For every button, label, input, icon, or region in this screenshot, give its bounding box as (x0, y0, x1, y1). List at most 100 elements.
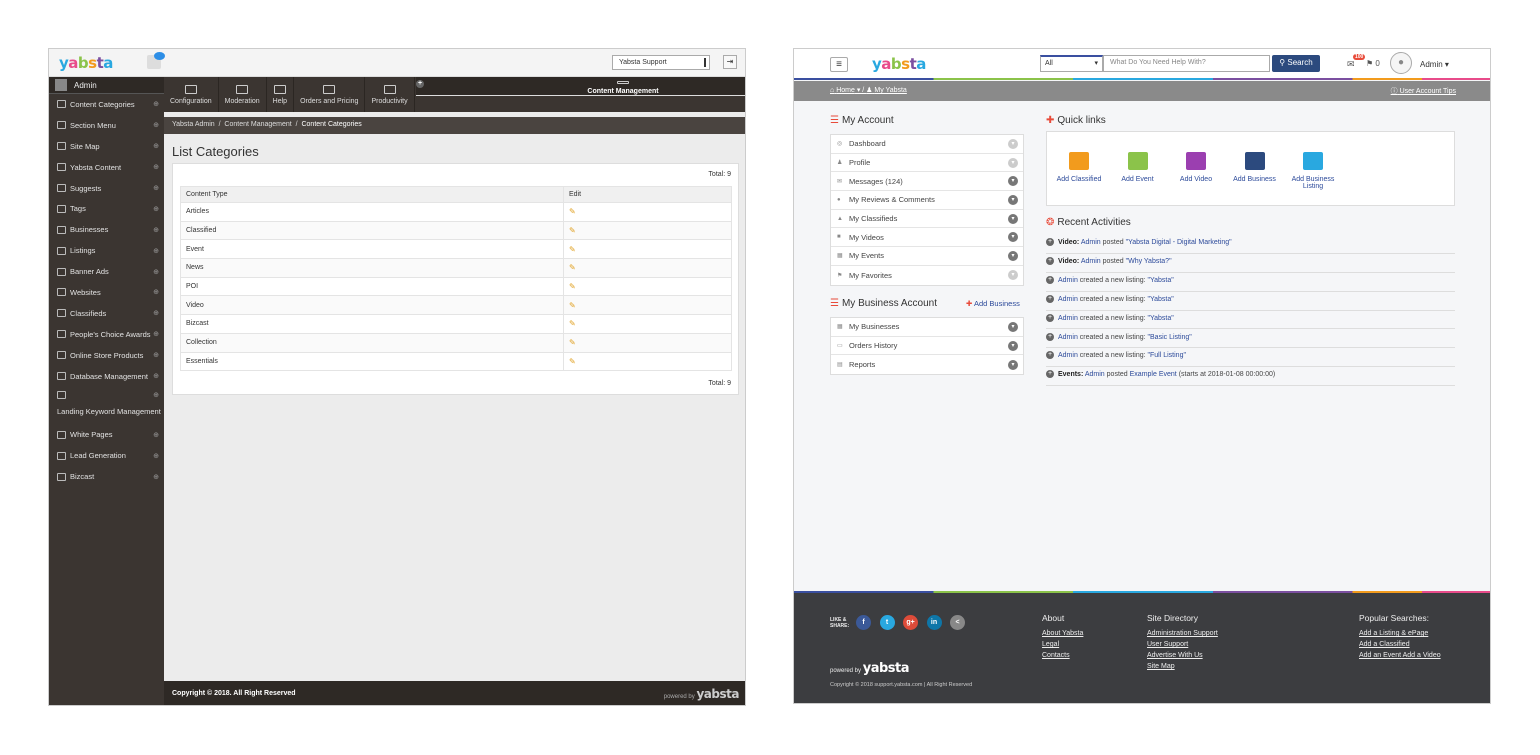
tab-nav[interactable]: Configuration (164, 77, 219, 112)
tab-nav[interactable]: Productivity (365, 77, 415, 112)
breadcrumb-link[interactable]: Yabsta Admin (172, 121, 215, 128)
footer-link[interactable]: Legal (1042, 639, 1127, 650)
footer-link[interactable]: Add a Classified (1359, 639, 1441, 650)
chevron-down-icon[interactable]: ▾ (1008, 194, 1018, 205)
sidebar-item[interactable]: Banner Ads ⊕ (49, 261, 164, 282)
expand-icon[interactable]: ⊕ (153, 226, 159, 234)
activity-user[interactable]: Admin (1058, 277, 1078, 284)
activity-target[interactable]: "Why Yabsta?" (1126, 258, 1172, 265)
expand-icon[interactable]: ⊕ (153, 184, 159, 192)
pencil-icon[interactable]: ✎ (569, 282, 576, 291)
chevron-down-icon[interactable]: ▾ (1008, 321, 1018, 332)
expand-icon[interactable]: ⊕ (153, 431, 159, 439)
activity-user[interactable]: Admin (1085, 371, 1105, 378)
add-business-link[interactable]: ✚ Add Business (966, 299, 1020, 308)
pencil-icon[interactable]: ✎ (569, 263, 576, 272)
activity-target[interactable]: Example Event (1130, 371, 1177, 378)
footer-link[interactable]: Add an Event Add a Video (1359, 650, 1441, 661)
chevron-down-icon[interactable]: ▾ (1008, 157, 1018, 168)
account-menu-item[interactable]: ▲ My Classifieds ▾ (831, 210, 1023, 229)
yabsta-logo[interactable]: yabsta (59, 54, 113, 72)
expand-icon[interactable]: ⊕ (153, 268, 159, 276)
activity-target[interactable]: "Yabsta" (1148, 315, 1174, 322)
expand-icon[interactable]: ⊕ (153, 205, 159, 213)
breadcrumb-trail[interactable]: ⌂ Home ▾ / ♟ My Yabsta (830, 86, 907, 94)
expand-icon[interactable]: ⊕ (153, 247, 159, 255)
footer-link[interactable]: Administration Support (1147, 628, 1218, 639)
sidebar-item[interactable]: Listings ⊕ (49, 240, 164, 261)
flag-icon[interactable]: ⚑ 0 (1366, 59, 1380, 68)
expand-icon[interactable]: ⊕ (153, 142, 159, 150)
sidebar-item[interactable]: Database Management ⊕ (49, 366, 164, 387)
sidebar-item[interactable]: Site Map ⊕ (49, 136, 164, 157)
account-menu-item[interactable]: ● My Reviews & Comments ▾ (831, 191, 1023, 210)
sidebar-item[interactable]: Businesses ⊕ (49, 219, 164, 240)
activity-target[interactable]: "Basic Listing" (1148, 334, 1192, 341)
expand-icon[interactable]: ⊕ (153, 452, 159, 460)
chat-icon[interactable] (147, 52, 165, 69)
account-menu-item[interactable]: ▭ Orders History ▾ (831, 337, 1023, 356)
tab-nav[interactable]: Help (267, 77, 295, 112)
pencil-icon[interactable]: ✎ (569, 301, 576, 310)
mail-icon[interactable]: ✉ 100 (1347, 54, 1366, 70)
tab-nav[interactable]: Moderation (219, 77, 267, 112)
sidebar-item[interactable]: Content Categories ⊕ (49, 94, 164, 115)
search-category-select[interactable]: All (1040, 55, 1103, 72)
search-button[interactable]: ⚲ Search (1272, 55, 1320, 72)
social-icon[interactable]: t (879, 615, 895, 630)
expand-icon[interactable]: ⊕ (153, 372, 159, 380)
sidebar-item[interactable]: Section Menu ⊕ (49, 115, 164, 136)
chevron-down-icon[interactable]: ▾ (1008, 176, 1018, 187)
account-menu-item[interactable]: ■ My Videos ▾ (831, 228, 1023, 248)
activity-target[interactable]: "Yabsta" (1148, 277, 1174, 284)
footer-link[interactable]: Site Map (1147, 661, 1218, 672)
footer-link[interactable]: Contacts (1042, 650, 1127, 661)
sidebar-item[interactable]: Tags ⊕ (49, 198, 164, 219)
chevron-down-icon[interactable]: ▾ (1008, 213, 1018, 224)
account-menu-item[interactable]: ♟ Profile ▾ (831, 154, 1023, 173)
tab-nav[interactable]: Orders and Pricing (294, 77, 366, 112)
logout-icon[interactable]: ⇥ (723, 55, 737, 69)
expand-icon[interactable]: ⊕ (153, 351, 159, 359)
activity-user[interactable]: Admin (1058, 334, 1078, 341)
social-icon[interactable]: g+ (903, 615, 918, 630)
quick-link[interactable]: Add Video (1166, 152, 1226, 183)
chevron-down-icon[interactable]: ▾ (1008, 138, 1018, 149)
expand-icon[interactable]: ⊕ (153, 473, 159, 481)
sidebar-item[interactable]: People's Choice Awards ⊕ (49, 324, 164, 345)
activity-target[interactable]: "Yabsta" (1148, 296, 1174, 303)
breadcrumb-link[interactable]: Content Management (224, 121, 291, 128)
expand-icon[interactable]: ⊕ (153, 163, 159, 171)
footer-link[interactable]: User Support (1147, 639, 1218, 650)
expand-icon[interactable]: ⊕ (153, 121, 159, 129)
activity-user[interactable]: Admin (1081, 239, 1101, 246)
chevron-down-icon[interactable]: ▾ (1008, 340, 1018, 351)
support-select[interactable]: Yabsta Support (612, 55, 710, 70)
sidebar-item[interactable]: Suggests ⊕ (49, 178, 164, 199)
sidebar-item[interactable]: Bizcast ⊕ (49, 466, 164, 487)
user-menu[interactable]: Admin ▾ (1420, 60, 1449, 69)
activity-user[interactable]: Admin (1058, 296, 1078, 303)
footer-link[interactable]: Add a Listing & ePage (1359, 628, 1441, 639)
search-input[interactable]: What Do You Need Help With? (1103, 55, 1270, 72)
sidebar-item[interactable]: Landing Keyword Management ⊕ (49, 386, 164, 424)
social-icon[interactable]: f (856, 615, 871, 630)
activity-user[interactable]: Admin (1058, 315, 1078, 322)
pencil-icon[interactable]: ✎ (569, 319, 576, 328)
sidebar-item[interactable]: Classifieds ⊕ (49, 303, 164, 324)
social-icon[interactable]: < (950, 615, 965, 630)
account-menu-item[interactable]: ⚑ My Favorites ▾ (831, 266, 1023, 285)
expand-icon[interactable]: ⊕ (153, 309, 159, 317)
quick-link[interactable]: Add Business Listing (1283, 152, 1343, 190)
account-tips-link[interactable]: ⓘ User Account Tips (1391, 86, 1456, 96)
activity-user[interactable]: Admin (1081, 258, 1101, 265)
tab-nav[interactable]: Content Management (416, 77, 745, 96)
sidebar-item[interactable]: Yabsta Content ⊕ (49, 157, 164, 178)
user-avatar-icon[interactable]: ● (1390, 52, 1412, 74)
breadcrumb-home[interactable]: Home (836, 87, 855, 94)
activity-target[interactable]: "Full Listing" (1148, 352, 1186, 359)
social-icon[interactable]: in (926, 615, 942, 630)
expand-icon[interactable]: ⊕ (153, 100, 159, 108)
sidebar-item[interactable]: Lead Generation ⊕ (49, 445, 164, 466)
breadcrumb-current[interactable]: My Yabsta (874, 87, 906, 94)
